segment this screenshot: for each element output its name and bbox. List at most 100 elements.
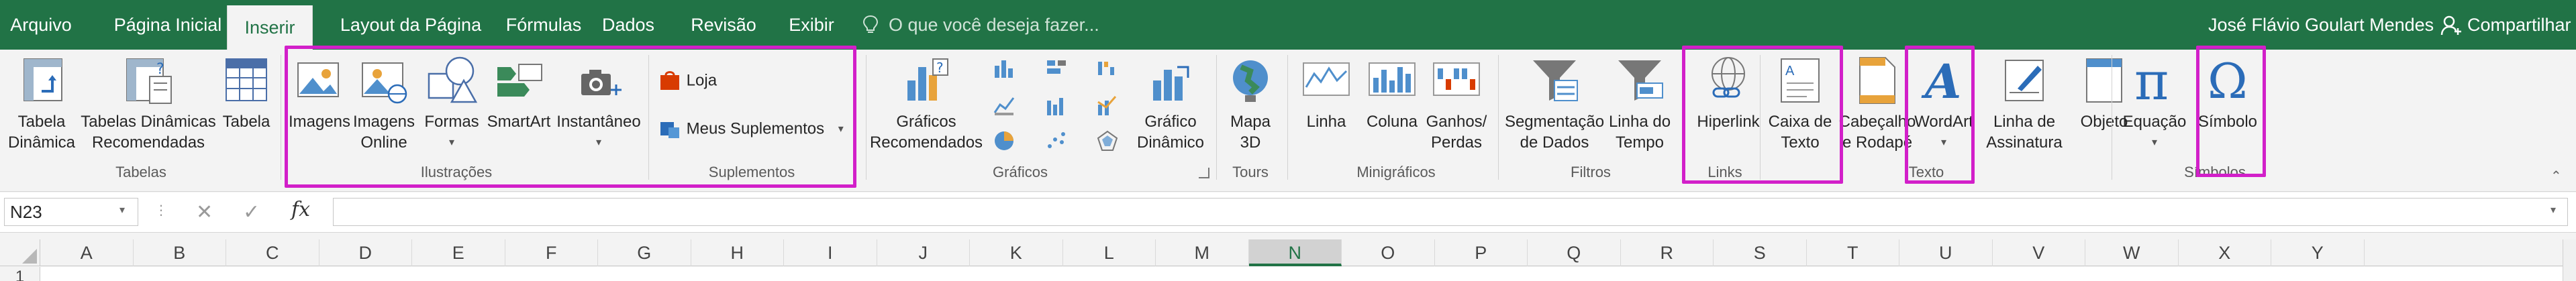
column-header-d[interactable]: D (319, 239, 412, 266)
column-header-q[interactable]: Q (1528, 239, 1621, 266)
slicer-button[interactable]: Segmentação de Dados (1501, 54, 1608, 153)
tab-layout-da-pagina[interactable]: Layout da Página (326, 0, 495, 50)
pivot-chart-button[interactable]: Gráfico Dinâmico (1132, 54, 1209, 153)
group-label-texto: Texto (1908, 164, 1944, 180)
column-header-b[interactable]: B (134, 239, 226, 266)
vertical-scrollbar[interactable] (2563, 239, 2576, 281)
scatter-chart-icon[interactable] (1044, 129, 1069, 153)
column-chart-icon[interactable] (992, 56, 1016, 80)
smartart-button[interactable]: SmartArt (483, 54, 554, 132)
signature-line-label: Linha de Assinatura (1986, 113, 2063, 152)
signature-line-button[interactable]: Linha de Assinatura (1977, 54, 2071, 153)
3d-map-label: Mapa 3D (1230, 113, 1271, 152)
header-footer-button[interactable]: Cabeçalho e Rodapé (1835, 54, 1920, 153)
chevron-down-icon[interactable]: ▾ (2550, 203, 2556, 217)
worksheet-row[interactable]: 1 (0, 267, 2576, 281)
pivot-chart-icon (1144, 54, 1197, 107)
my-addins-button[interactable]: Meus Suplementos ▾ (658, 117, 852, 141)
timeline-button[interactable]: Linha do Tempo (1603, 54, 1677, 153)
column-header-u[interactable]: U (1899, 239, 1993, 266)
collapse-ribbon-icon[interactable]: ⌃ (2550, 168, 2562, 184)
formula-input[interactable] (333, 198, 2568, 226)
combo-chart-icon[interactable] (1095, 94, 1120, 118)
symbol-button[interactable]: Ω Símbolo (2193, 53, 2262, 132)
select-all-button[interactable] (0, 239, 40, 266)
column-header-n[interactable]: N (1248, 239, 1342, 266)
tab-inserir[interactable]: Inserir (227, 5, 313, 50)
column-header-f[interactable]: F (505, 239, 598, 266)
my-addins-label: Meus Suplementos (686, 119, 825, 138)
column-header-m[interactable]: M (1156, 239, 1249, 266)
row-header[interactable]: 1 (0, 267, 40, 281)
recommended-charts-label: Gráficos Recomendados (869, 113, 983, 152)
sparkline-winloss-button[interactable]: Ganhos/ Perdas (1423, 54, 1490, 153)
tab-pagina-inicial[interactable]: Página Inicial (89, 0, 247, 50)
chevron-down-icon: ▾ (1940, 137, 1947, 148)
column-header-e[interactable]: E (412, 239, 505, 266)
tab-revisao[interactable]: Revisão (686, 0, 761, 50)
table-button[interactable]: Tabela (216, 54, 277, 132)
column-header-s[interactable]: S (1714, 239, 1807, 266)
store-icon (660, 71, 679, 90)
sparkline-line-button[interactable]: Linha (1293, 54, 1360, 132)
insert-function-icon[interactable]: fx (291, 198, 310, 221)
line-chart-icon[interactable] (992, 94, 1016, 118)
online-images-button[interactable]: Imagens Online (350, 54, 417, 153)
equation-button[interactable]: π Equação ▾ (2116, 52, 2193, 153)
hyperlink-button[interactable]: Hiperlink (1687, 54, 1769, 132)
formula-bar: N23 ▾ ⋮ ✕ ✓ fx ▾ (0, 192, 2576, 233)
screenshot-button[interactable]: Instantâneo ▾ (554, 54, 643, 153)
recommended-charts-button[interactable]: ? Gráficos Recomendados (869, 54, 984, 153)
column-header-i[interactable]: I (784, 239, 877, 266)
column-header-k[interactable]: K (970, 239, 1063, 266)
radar-chart-icon[interactable] (1095, 129, 1120, 153)
user-name[interactable]: José Flávio Goulart Mendes (2208, 0, 2434, 50)
sparkline-column-button[interactable]: Coluna (1358, 54, 1426, 132)
column-header-x[interactable]: X (2179, 239, 2271, 266)
share-button[interactable]: Compartilhar (2436, 8, 2571, 42)
text-box-label: Caixa de Texto (1768, 113, 1832, 152)
column-header-o[interactable]: O (1342, 239, 1435, 266)
column-header-y[interactable]: Y (2271, 239, 2365, 266)
tab-exibir[interactable]: Exibir (779, 0, 844, 50)
column-headers: ABCDEFGHIJKLMNOPQRSTUVWXY (0, 239, 2576, 266)
column-header-c[interactable]: C (226, 239, 319, 266)
column-header-l[interactable]: L (1063, 239, 1156, 266)
smartart-label: SmartArt (487, 113, 551, 131)
tab-formulas[interactable]: Fórmulas (490, 0, 597, 50)
name-box[interactable]: N23 (4, 198, 138, 226)
column-header-a[interactable]: A (40, 239, 134, 266)
drag-handle-icon[interactable]: ⋮ (154, 202, 168, 219)
tab-arquivo[interactable]: Arquivo (0, 0, 82, 50)
pie-chart-icon[interactable] (992, 129, 1016, 153)
3d-map-button[interactable]: Mapa 3D (1220, 54, 1281, 153)
column-header-g[interactable]: G (598, 239, 691, 266)
tab-dados[interactable]: Dados (591, 0, 666, 50)
tell-me-search[interactable]: O que você deseja fazer... (859, 0, 1099, 50)
shapes-button[interactable]: Formas ▾ (419, 54, 485, 153)
column-header-r[interactable]: R (1621, 239, 1714, 266)
recommended-pivot-tables-button[interactable]: ? Tabelas Dinâmicas Recomendadas (78, 54, 219, 153)
group-label-tabelas: Tabelas (115, 164, 166, 180)
wordart-button[interactable]: A WordArt ▾ (1912, 54, 1976, 153)
hierarchy-chart-icon[interactable] (1044, 56, 1069, 80)
column-header-p[interactable]: P (1435, 239, 1528, 266)
column-header-j[interactable]: J (877, 239, 970, 266)
column-header-w[interactable]: W (2085, 239, 2179, 266)
images-button[interactable]: Imagens (287, 54, 352, 132)
store-button[interactable]: Loja (658, 68, 758, 93)
shapes-label: Formas (424, 113, 479, 131)
cancel-icon[interactable]: ✕ (196, 201, 213, 225)
text-box-button[interactable]: A Caixa de Texto (1765, 54, 1835, 153)
dialog-launcher-icon[interactable] (1199, 168, 1209, 178)
column-header-t[interactable]: T (1807, 239, 1899, 266)
chevron-down-icon: ▾ (2151, 137, 2158, 148)
chevron-down-icon[interactable]: ▾ (119, 203, 125, 217)
column-header-v[interactable]: V (1993, 239, 2085, 266)
statistic-chart-icon[interactable] (1044, 94, 1069, 118)
pivot-table-button[interactable]: Tabela Dinâmica (3, 54, 81, 153)
column-header-h[interactable]: H (691, 239, 784, 266)
waterfall-chart-icon[interactable] (1095, 56, 1120, 80)
enter-icon[interactable]: ✓ (243, 201, 260, 225)
sparkline-winloss-label: Ganhos/ Perdas (1426, 113, 1487, 152)
